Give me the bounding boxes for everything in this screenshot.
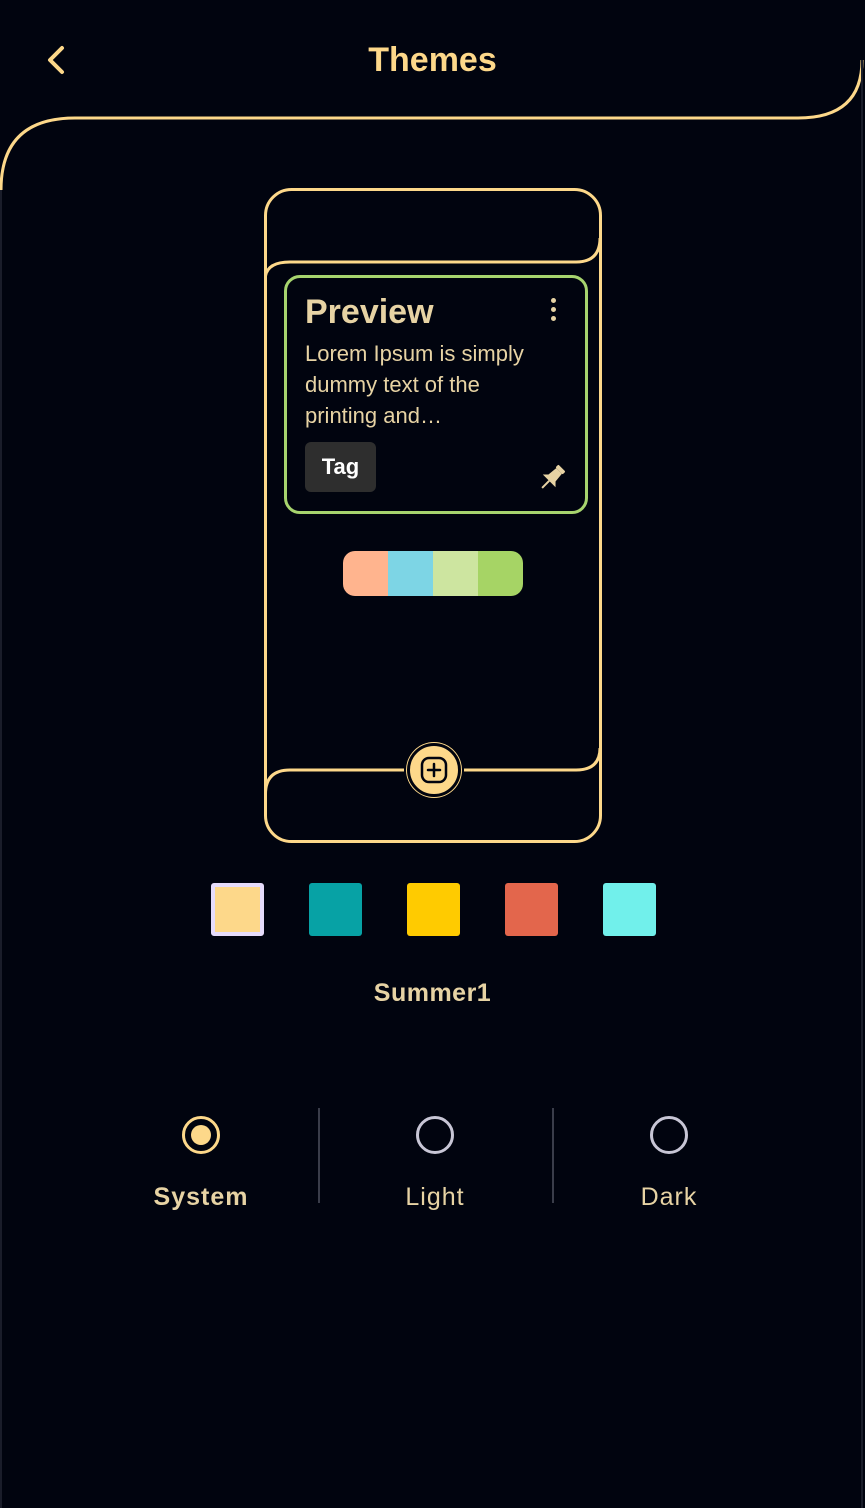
mode-option-light[interactable]: Light <box>318 1108 552 1228</box>
color-swatch[interactable] <box>505 883 558 936</box>
theme-color-swatches <box>211 883 656 936</box>
preview-note-card[interactable]: Preview Lorem Ipsum is simply dummy text… <box>284 275 588 514</box>
theme-name-label: Summer1 <box>373 979 492 1007</box>
mode-option-dark[interactable]: Dark <box>552 1108 786 1228</box>
color-swatch[interactable] <box>603 883 656 936</box>
more-vertical-icon[interactable] <box>543 294 563 324</box>
mode-label: System <box>153 1183 249 1211</box>
palette-segment <box>388 551 433 596</box>
palette-segment <box>343 551 388 596</box>
preview-card-title: Preview <box>305 293 434 331</box>
mode-option-system[interactable]: System <box>84 1108 318 1228</box>
color-swatch[interactable] <box>407 883 460 936</box>
preview-card-body: Lorem Ipsum is simply dummy text of the … <box>305 341 524 428</box>
pin-icon[interactable] <box>535 461 569 495</box>
add-square-icon <box>420 756 448 784</box>
mode-label: Light <box>405 1183 465 1211</box>
radio-button[interactable] <box>650 1116 688 1154</box>
mode-label: Dark <box>640 1183 698 1211</box>
theme-mode-selector: System Light Dark <box>84 1108 786 1228</box>
page-title: Themes <box>368 41 497 79</box>
palette-preview-bar <box>343 551 523 596</box>
radio-button[interactable] <box>416 1116 454 1154</box>
add-note-button[interactable] <box>407 743 461 797</box>
color-swatch[interactable] <box>309 883 362 936</box>
palette-segment <box>433 551 478 596</box>
palette-segment <box>478 551 523 596</box>
radio-button[interactable] <box>182 1116 220 1154</box>
color-swatch[interactable] <box>211 883 264 936</box>
tag-chip[interactable]: Tag <box>305 442 376 492</box>
